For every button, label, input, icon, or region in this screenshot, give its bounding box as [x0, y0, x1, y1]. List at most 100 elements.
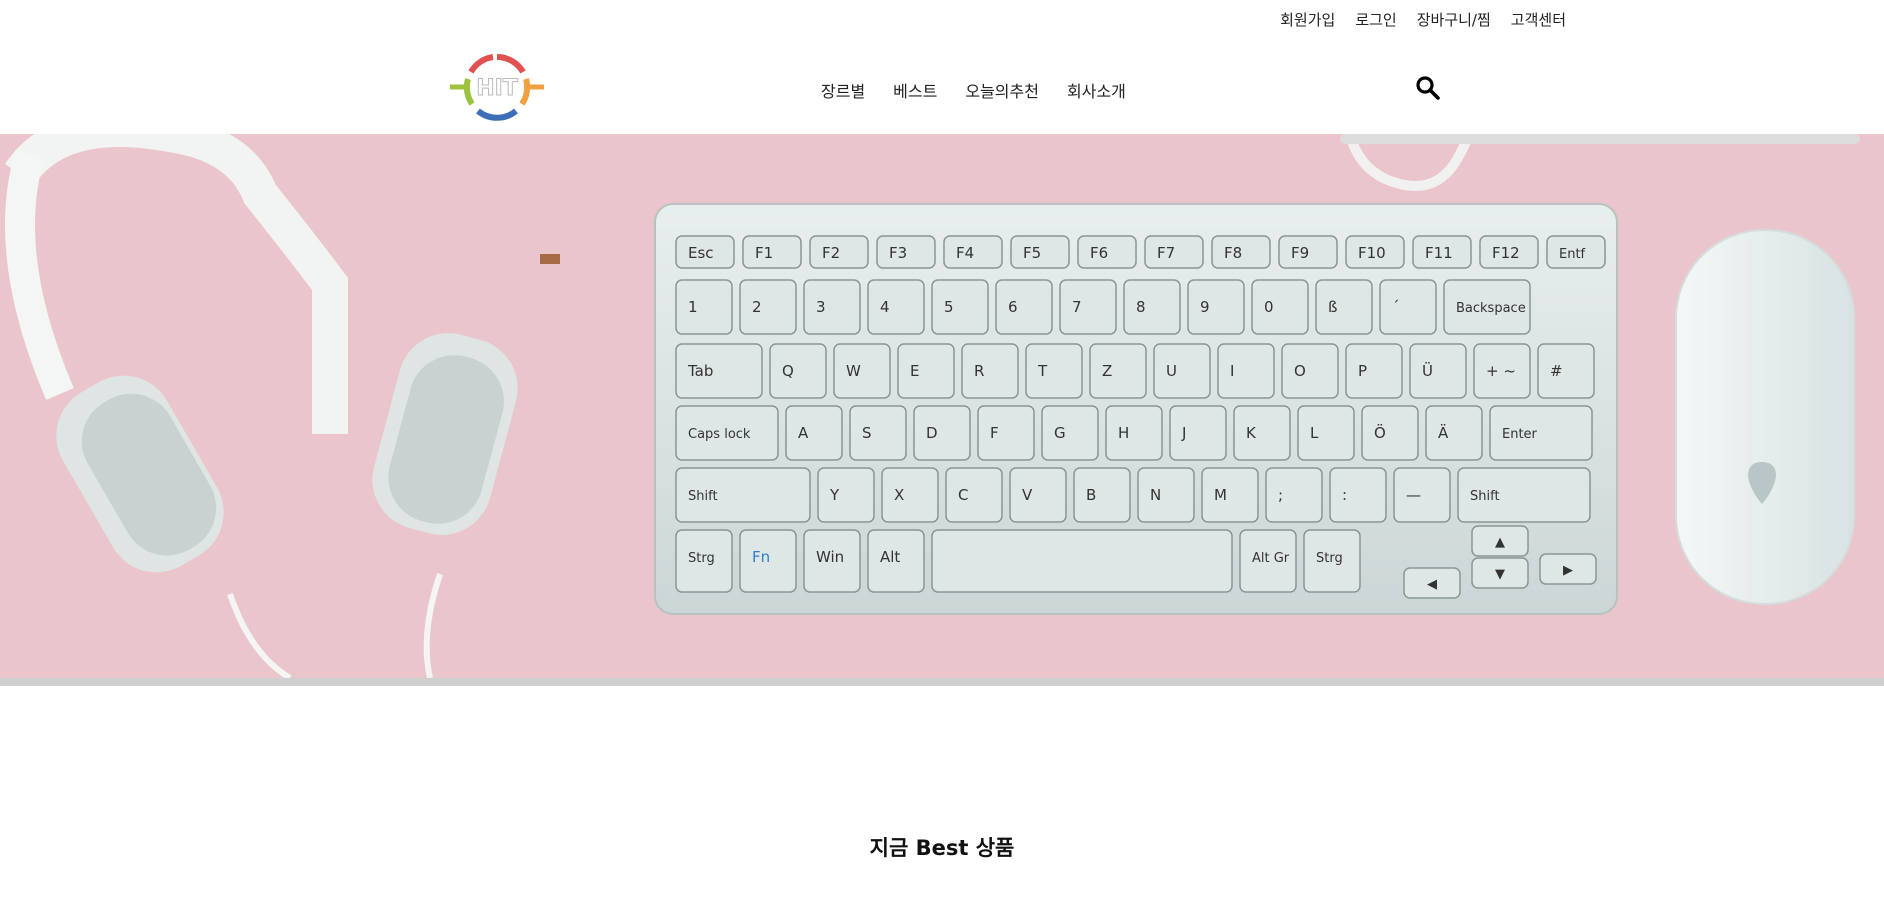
keyboard-key-label: P	[1358, 362, 1367, 380]
keyboard-key-label: X	[894, 486, 904, 504]
keyboard-key-label: L	[1310, 424, 1319, 442]
keyboard-key-label: ´	[1392, 298, 1400, 316]
top-utility-bar: 회원가입 로그인 장바구니/찜 고객센터	[0, 0, 1884, 38]
keyboard-key-label: Strg	[1316, 551, 1343, 566]
signup-link[interactable]: 회원가입	[1280, 9, 1335, 30]
keyboard-key-label: O	[1294, 362, 1306, 380]
keyboard-key-label: K	[1246, 424, 1257, 442]
keyboard-key-label: M	[1214, 486, 1227, 504]
keyboard-key-label: F3	[889, 244, 907, 262]
keyboard-key-label: —	[1406, 486, 1421, 504]
keyboard-key	[1361, 405, 1419, 461]
keyboard-key	[1187, 279, 1245, 335]
keyboard-key	[833, 343, 891, 399]
keyboard-key-label: U	[1166, 362, 1177, 380]
keyboard-key	[1041, 405, 1099, 461]
keyboard-key-label: B	[1086, 486, 1096, 504]
nav-today-pick[interactable]: 오늘의추천	[965, 78, 1039, 102]
keyboard-key-label: W	[846, 362, 861, 380]
keyboard-key-label: Enter	[1502, 427, 1538, 442]
keyboard-key-label: H	[1118, 424, 1129, 442]
best-products-heading: 지금 Best 상품	[869, 836, 1015, 860]
headphones	[5, 134, 560, 678]
keyboard: Esc F1 F2 F3 F4 F5 F6 F7 F8 F9 F10 F11 F12 Entf1 2 3 4 5 6…	[654, 203, 1618, 615]
keyboard-key-label: Alt Gr	[1252, 551, 1290, 566]
customer-center-link[interactable]: 고객센터	[1511, 9, 1566, 30]
keyboard-key-label: N	[1150, 486, 1161, 504]
keyboard-key-label: Win	[816, 548, 844, 566]
keyboard-key-label: Entf	[1559, 247, 1586, 262]
keyboard-key-label: 6	[1008, 298, 1018, 316]
keyboard-key	[881, 467, 939, 523]
keyboard-key	[1233, 405, 1291, 461]
keyboard-key-label: F5	[1023, 244, 1041, 262]
keyboard-key	[1073, 467, 1131, 523]
keyboard-key	[1201, 467, 1259, 523]
keyboard-key	[675, 279, 733, 335]
keyboard-key	[1315, 279, 1373, 335]
keyboard-key-label: T	[1037, 362, 1048, 380]
keyboard-key-label: F1	[755, 244, 773, 262]
mouse	[1675, 229, 1855, 605]
keyboard-key	[1105, 405, 1163, 461]
keyboard-key-label: F	[990, 424, 999, 442]
keyboard-key	[867, 279, 925, 335]
utility-links: 회원가입 로그인 장바구니/찜 고객센터	[1280, 9, 1566, 30]
cart-wishlist-link[interactable]: 장바구니/찜	[1417, 9, 1491, 30]
keyboard-key-label: F7	[1157, 244, 1175, 262]
main-header: HIT 장르별 베스트 오늘의추천 회사소개	[0, 38, 1884, 134]
search-icon[interactable]	[1415, 75, 1441, 101]
keyboard-key-label: F8	[1224, 244, 1242, 262]
hero-divider	[0, 678, 1884, 686]
keyboard-key	[931, 279, 989, 335]
hero-banner-image: Esc F1 F2 F3 F4 F5 F6 F7 F8 F9 F10 F11 F12 Entf 1 2 3 4 5 6…	[0, 134, 1884, 678]
keyboard-arrow-glyph: ▲	[1495, 535, 1505, 550]
keyboard-key	[1153, 343, 1211, 399]
keyboard-key	[1345, 343, 1403, 399]
keyboard-key-label: Ö	[1374, 423, 1386, 442]
keyboard-key-label: Z	[1102, 362, 1112, 380]
keyboard-key	[1425, 405, 1483, 461]
keyboard-key-label: F6	[1090, 244, 1108, 262]
keyboard-key-label: Shift	[688, 489, 718, 504]
keyboard-key-label: 8	[1136, 298, 1146, 316]
logo-text: HIT	[476, 76, 518, 101]
cable-strip	[1340, 134, 1860, 144]
nav-best[interactable]: 베스트	[893, 78, 937, 102]
keyboard-arrow-glyph: ▼	[1495, 567, 1505, 582]
keyboard-key	[1123, 279, 1181, 335]
keyboard-key	[897, 343, 955, 399]
keyboard-key-label: J	[1181, 424, 1186, 442]
keyboard-key-label: S	[862, 424, 872, 442]
keyboard-key-label: R	[974, 362, 984, 380]
keyboard-key	[1089, 343, 1147, 399]
keyboard-key-label: F11	[1425, 244, 1453, 262]
keyboard-key	[1537, 343, 1595, 399]
keyboard-key-label: 2	[752, 298, 762, 316]
keyboard-key-label: F4	[956, 244, 974, 262]
keyboard-key-label: Esc	[688, 244, 714, 262]
keyboard-key-label: #	[1550, 362, 1563, 380]
keyboard-key	[803, 279, 861, 335]
keyboard-key-label: 4	[880, 298, 890, 316]
keyboard-key	[1265, 467, 1323, 523]
keyboard-key	[1059, 279, 1117, 335]
keyboard-key-label: Ä	[1438, 423, 1449, 442]
keyboard-key	[1297, 405, 1355, 461]
keyboard-key	[817, 467, 875, 523]
site-logo[interactable]: HIT	[446, 52, 548, 122]
keyboard-key-label: Alt	[880, 548, 900, 566]
keyboard-key-label: 1	[688, 298, 698, 316]
nav-genre[interactable]: 장르별	[821, 78, 865, 102]
keyboard-key	[931, 529, 1233, 593]
keyboard-key-label: F10	[1358, 244, 1386, 262]
keyboard-key-label: ;	[1278, 486, 1283, 504]
keyboard-key	[1025, 343, 1083, 399]
keyboard-key	[1379, 279, 1437, 335]
keyboard-key-label: Tab	[687, 362, 713, 380]
keyboard-key	[1009, 467, 1067, 523]
keyboard-key-label: I	[1230, 362, 1234, 380]
nav-about[interactable]: 회사소개	[1067, 78, 1126, 102]
login-link[interactable]: 로그인	[1355, 9, 1396, 30]
keyboard-key-label: 3	[816, 298, 826, 316]
